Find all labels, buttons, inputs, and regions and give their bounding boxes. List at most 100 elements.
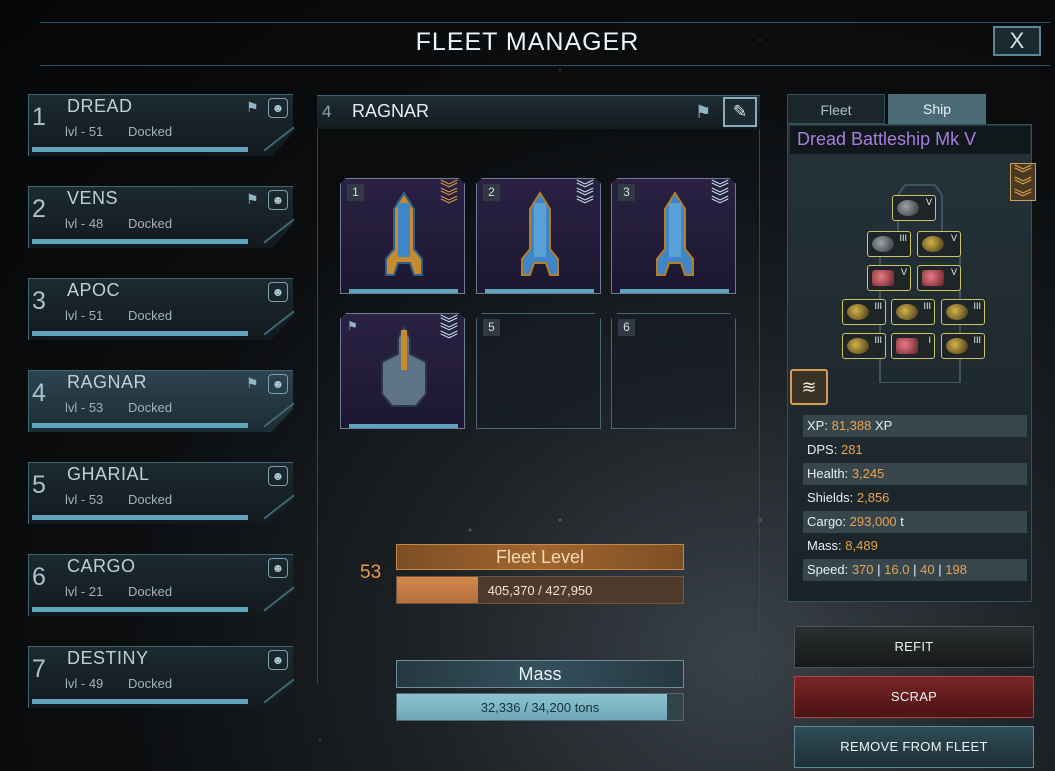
fleet-status: Docked <box>128 400 173 415</box>
flag-icon: ⚑ <box>246 191 259 207</box>
layers-icon[interactable]: ≋ <box>790 369 828 405</box>
ship-icon <box>381 324 427 407</box>
fleet-name: DESTINY <box>67 648 149 668</box>
module-slot[interactable]: III <box>941 333 985 359</box>
fleet-level-number: 53 <box>360 562 382 583</box>
stat-label: Shields: <box>807 490 854 505</box>
ship-slot-3[interactable]: 3 ︾ ︾ ︾ <box>611 178 736 294</box>
slot-number: 5 <box>483 319 500 336</box>
rank-chevrons-icon: ︾ ︾ ︾ <box>440 314 458 350</box>
fleet-name: DREAD <box>67 96 133 116</box>
ship-slot-1[interactable]: 1 ︾ ︾ ︾ <box>340 178 465 294</box>
module-slot[interactable]: III <box>941 299 985 325</box>
ship-slot-4[interactable]: ⚑ ︾ ︾ ︾ <box>340 313 465 429</box>
crew-icon[interactable]: ☻ <box>268 466 288 486</box>
ship-slot-5[interactable]: 5 <box>476 313 601 429</box>
fleet-health-bar <box>32 423 248 428</box>
module-slot[interactable]: III <box>842 333 886 359</box>
fleet-list-item-7[interactable]: 7 DESTINY lvl - 49 Docked ☻ <box>28 646 295 708</box>
stat-value: 40 <box>920 562 935 577</box>
module-tier: III <box>973 301 981 311</box>
fleet-level: lvl - 51 <box>65 124 104 139</box>
crew-icon[interactable]: ☻ <box>268 374 288 394</box>
module-slot[interactable]: III <box>867 231 911 257</box>
module-slot[interactable]: V <box>917 265 961 291</box>
module-slot[interactable]: III <box>842 299 886 325</box>
scrap-button[interactable]: SCRAP <box>794 676 1034 718</box>
tab-fleet[interactable]: Fleet <box>787 94 885 124</box>
stat-unit: XP <box>874 418 893 433</box>
fleet-number: 1 <box>32 103 46 131</box>
fleet-list-item-2[interactable]: 2 VENS lvl - 48 Docked ⚑ ☻ <box>28 186 295 248</box>
fleet-health-bar <box>32 331 248 336</box>
fleet-list-item-5[interactable]: 5 GHARIAL lvl - 53 Docked ☻ <box>28 462 295 524</box>
fleet-level: lvl - 49 <box>65 676 104 691</box>
close-button[interactable]: X <box>993 26 1041 56</box>
fleet-list-item-6[interactable]: 6 CARGO lvl - 21 Docked ☻ <box>28 554 295 616</box>
crew-icon[interactable]: ☻ <box>268 190 288 210</box>
module-tier: V <box>900 267 907 277</box>
fleet-level: lvl - 53 <box>65 492 104 507</box>
module-slot[interactable]: V <box>867 265 911 291</box>
fleet-status: Docked <box>128 124 173 139</box>
flag-icon: ⚑ <box>347 319 358 333</box>
slot-number: 3 <box>618 184 635 201</box>
fleet-level: lvl - 53 <box>65 400 104 415</box>
module-icon <box>896 304 918 320</box>
ship-slot-2[interactable]: 2 ︾ ︾ ︾ <box>476 178 601 294</box>
module-icon <box>897 200 919 216</box>
flag-icon: ⚑ <box>246 375 259 391</box>
remove-from-fleet-button[interactable]: REMOVE FROM FLEET <box>794 726 1034 768</box>
module-slot[interactable]: V <box>917 231 961 257</box>
module-tier: III <box>923 301 931 311</box>
slot-number: 1 <box>347 184 364 201</box>
fleet-list-item-1[interactable]: 1 DREAD lvl - 51 Docked ⚑ ☻ <box>28 94 295 156</box>
fleet-health-bar <box>32 607 248 612</box>
edit-pencil-icon[interactable]: ✎ <box>723 97 757 127</box>
module-slot[interactable]: III <box>891 299 935 325</box>
module-tier: III <box>899 233 907 243</box>
stat-value: 3,245 <box>851 466 885 481</box>
ship-health-bar <box>349 289 458 293</box>
flag-icon[interactable]: ⚑ <box>695 102 711 123</box>
module-tier: I <box>928 335 931 345</box>
ship-icon <box>656 191 694 276</box>
fleet-name: APOC <box>67 280 121 300</box>
module-icon <box>896 338 918 354</box>
stat-label: XP: <box>807 418 828 433</box>
module-icon <box>922 270 944 286</box>
crew-icon[interactable]: ☻ <box>268 282 288 302</box>
crew-icon[interactable]: ☻ <box>268 558 288 578</box>
fleet-name: GHARIAL <box>67 464 150 484</box>
rank-chevrons-icon: ︾ ︾ ︾ <box>711 179 729 215</box>
module-tier: V <box>925 197 932 207</box>
refit-button[interactable]: REFIT <box>794 626 1034 668</box>
module-slot[interactable]: V <box>892 195 936 221</box>
fleet-name: CARGO <box>67 556 136 576</box>
slot-number: 6 <box>618 319 635 336</box>
module-slot[interactable]: I <box>891 333 935 359</box>
stat-separator: | <box>938 562 942 577</box>
fleet-status: Docked <box>128 492 173 507</box>
fleet-list-item-4[interactable]: 4 RAGNAR lvl - 53 Docked ⚑ ☻ <box>28 370 295 432</box>
stat-xp: XP: 81,388 XP <box>803 415 1027 437</box>
stat-separator: | <box>877 562 881 577</box>
fleet-health-bar <box>32 699 248 704</box>
crew-icon[interactable]: ☻ <box>268 98 288 118</box>
tab-ship[interactable]: Ship <box>888 94 986 124</box>
stat-value: 370 <box>851 562 874 577</box>
ship-slot-6[interactable]: 6 <box>611 313 736 429</box>
fleet-level: lvl - 21 <box>65 584 104 599</box>
slot-number: 2 <box>483 184 500 201</box>
module-icon <box>946 338 968 354</box>
fleet-number: 2 <box>32 195 46 223</box>
flag-icon: ⚑ <box>246 99 259 115</box>
fleet-level: lvl - 48 <box>65 216 104 231</box>
stat-label: Cargo: <box>807 514 847 529</box>
stat-value: 8,489 <box>845 538 878 553</box>
fleet-number: 6 <box>32 563 46 591</box>
stat-mass: Mass: 8,489 <box>803 535 1027 557</box>
fleet-list-item-3[interactable]: 3 APOC lvl - 51 Docked ☻ <box>28 278 295 340</box>
crew-icon[interactable]: ☻ <box>268 650 288 670</box>
stat-label: DPS: <box>807 442 838 457</box>
